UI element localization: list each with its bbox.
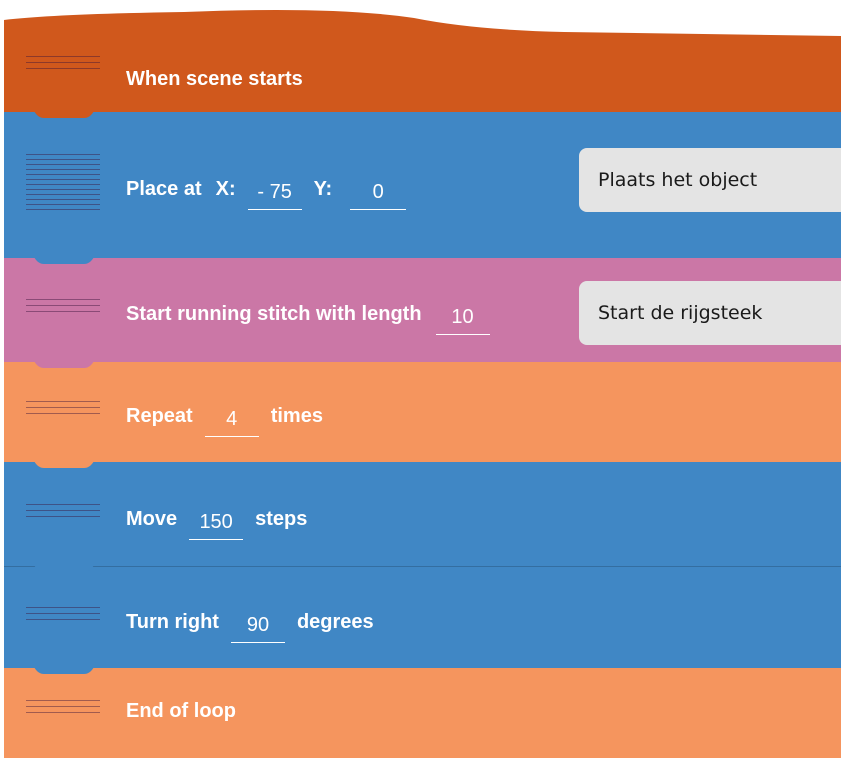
block-notch xyxy=(34,667,94,674)
block-notch xyxy=(34,361,94,368)
block-notch xyxy=(34,565,94,572)
block-divider xyxy=(4,566,841,567)
y-label: Y: xyxy=(313,178,333,200)
block-label: Place at xyxy=(126,178,202,200)
turn-right-block[interactable]: Turn right 90 degrees xyxy=(4,565,841,668)
block-label: Move xyxy=(126,508,178,530)
block-suffix: times xyxy=(270,405,323,427)
repeat-count-input[interactable]: 4 xyxy=(204,408,259,437)
block-suffix: steps xyxy=(255,508,308,530)
block-suffix: degrees xyxy=(296,611,374,633)
drag-handle-icon[interactable] xyxy=(26,299,100,317)
y-value-input[interactable]: 0 xyxy=(350,181,407,210)
end-of-loop-block[interactable]: End of loop xyxy=(4,667,841,758)
drag-handle-icon[interactable] xyxy=(26,607,100,625)
block-label: Repeat xyxy=(126,405,193,427)
repeat-block[interactable]: Repeat 4 times xyxy=(4,361,841,462)
block-notch xyxy=(34,111,94,118)
move-steps-input[interactable]: 150 xyxy=(189,511,244,540)
x-value-input[interactable]: - 75 xyxy=(247,181,302,210)
block-label: Turn right xyxy=(126,611,219,633)
drag-handle-icon[interactable] xyxy=(26,504,100,522)
comment-place-object: Plaats het object xyxy=(579,148,841,212)
code-editor-canvas: When scene starts Place at X: - 75 Y: 0 … xyxy=(0,0,841,758)
drag-handle-icon[interactable] xyxy=(26,56,100,74)
comment-start-stitch: Start de rijgsteek xyxy=(579,281,841,345)
block-label: Start running stitch with length xyxy=(126,303,422,325)
drag-handle-icon[interactable] xyxy=(26,154,100,214)
block-notch xyxy=(34,461,94,468)
block-label: End of loop xyxy=(126,700,236,722)
when-scene-starts-block[interactable]: When scene starts xyxy=(4,40,841,112)
move-block[interactable]: Move 150 steps xyxy=(4,461,841,566)
block-label: When scene starts xyxy=(126,68,303,90)
x-label: X: xyxy=(215,178,236,200)
block-notch xyxy=(34,257,94,264)
stitch-length-input[interactable]: 10 xyxy=(435,306,490,335)
turn-degrees-input[interactable]: 90 xyxy=(230,614,285,643)
drag-handle-icon[interactable] xyxy=(26,401,100,419)
drag-handle-icon[interactable] xyxy=(26,700,100,718)
